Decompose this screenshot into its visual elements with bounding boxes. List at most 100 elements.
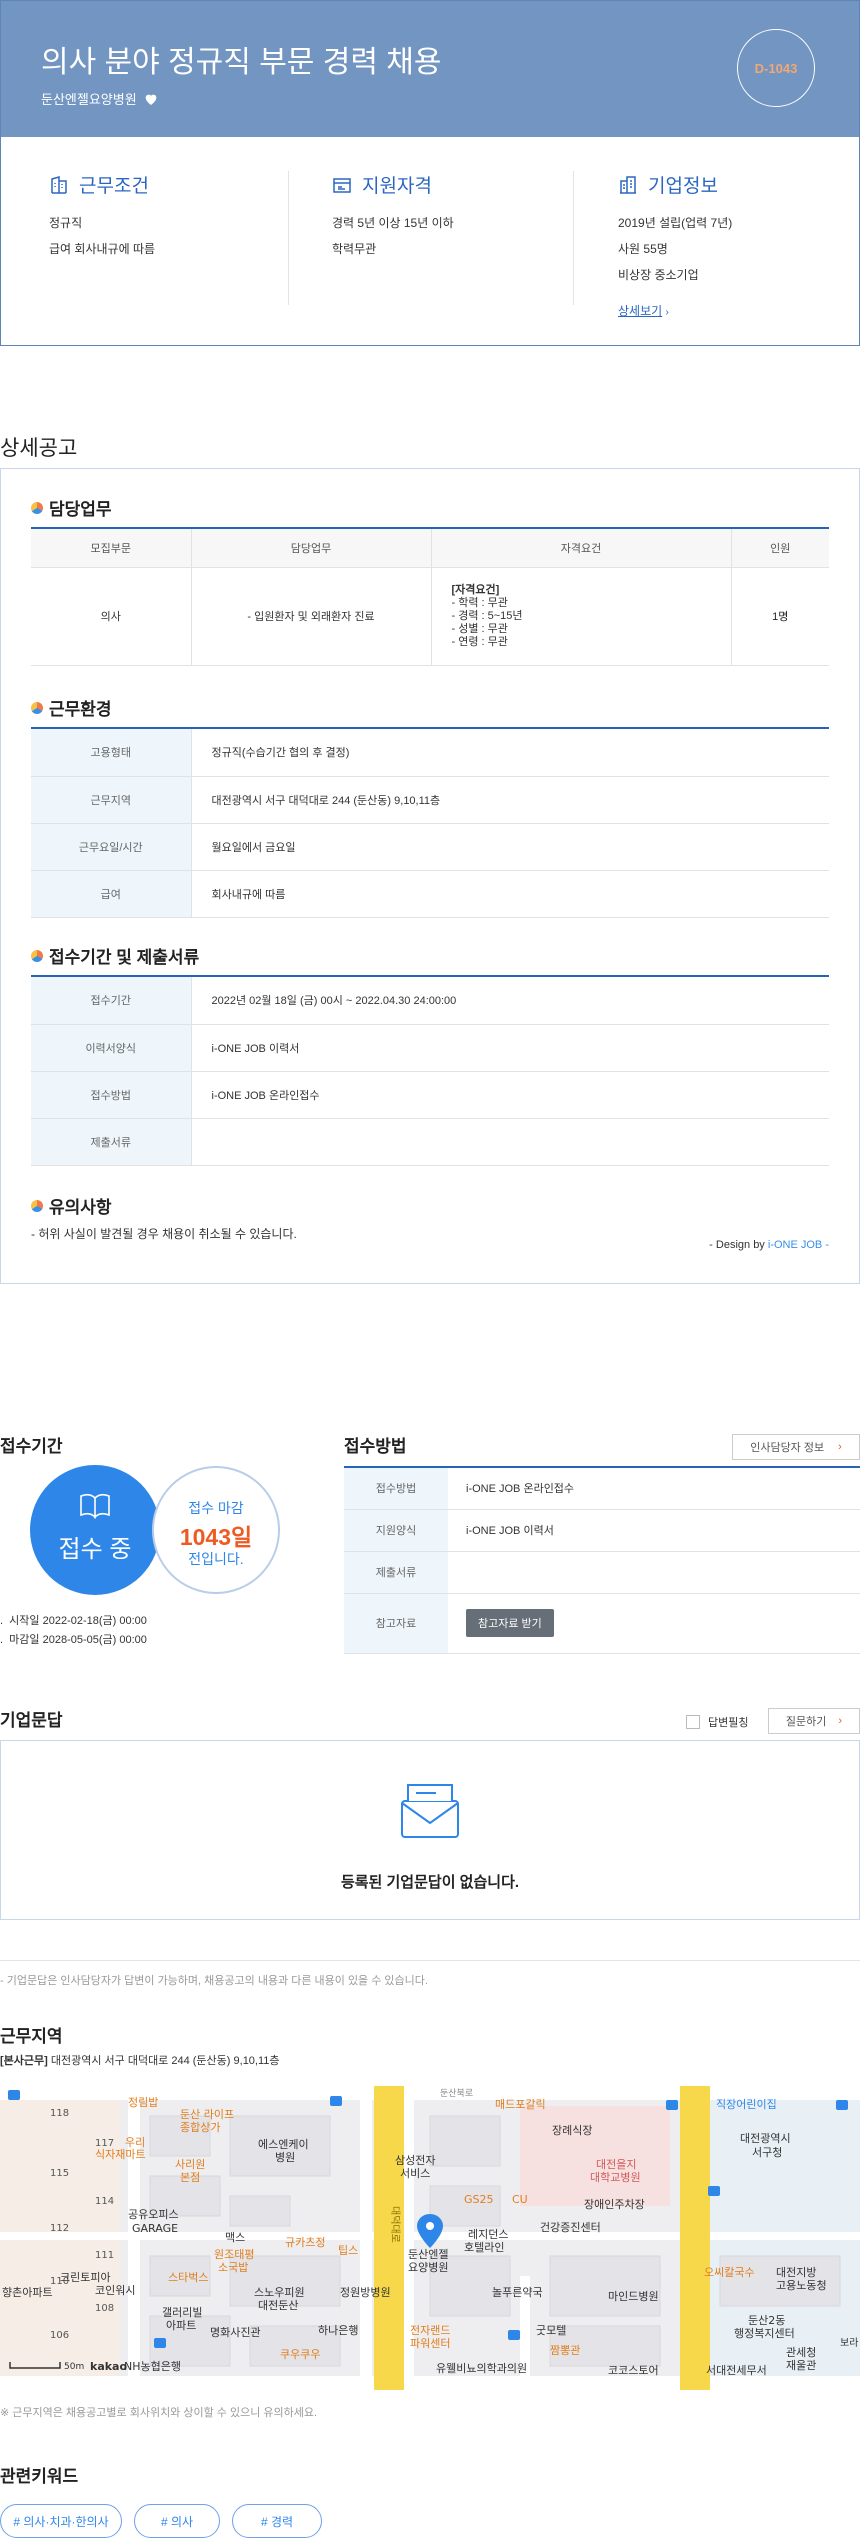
- map-label: 레지던스: [468, 2228, 508, 2241]
- deadline-days: 1043일: [179, 1524, 253, 1550]
- table-row: 고용형태 정규직(수습기간 협의 후 결정): [31, 729, 829, 777]
- map-label: 직장어린이집: [716, 2098, 777, 2111]
- caution-text: - 허위 사실이 발견될 경우 채용이 취소될 수 있습니다.: [31, 1227, 297, 1241]
- end-date: . 마감일 2028-05-05(금) 00:00: [0, 1634, 147, 1646]
- map-label: NH농협은행: [124, 2360, 181, 2373]
- map-label: 보라: [840, 2337, 858, 2349]
- map-label: 공유오피스: [128, 2208, 179, 2221]
- job-summary-card: 의사 분야 정규직 부문 경력 채용 둔산엔젤요양병원 D-1043 근무조건 …: [0, 0, 860, 346]
- qa-title: 기업문답: [0, 1711, 63, 1730]
- dday-badge: D-1043: [737, 29, 815, 107]
- company-detail-link[interactable]: 상세보기: [618, 304, 662, 318]
- map-label: GARAGE: [132, 2222, 178, 2235]
- map-number: 111: [95, 2250, 114, 2261]
- table-row: 근무지역 대전광역시 서구 대덕대로 244 (둔산동) 9,10,11층: [31, 776, 829, 824]
- keyword-tag[interactable]: # 의사: [134, 2504, 220, 2538]
- download-reference-button[interactable]: 참고자료 받기: [466, 1609, 554, 1637]
- map-label: 코인워시: [95, 2284, 135, 2297]
- column-divider: [288, 171, 289, 305]
- table-row: 지원양식 i-ONE JOB 이력서: [344, 1509, 860, 1552]
- environment-table: 고용형태 정규직(수습기간 협의 후 결정) 근무지역 대전광역시 서구 대덕대…: [31, 729, 829, 918]
- map-label: 식자재마트: [95, 2148, 146, 2161]
- design-brand-link[interactable]: i-ONE JOB -: [768, 1239, 829, 1251]
- table-row: 근무요일/시간 월요일에서 금요일: [31, 823, 829, 871]
- map-label: 명화사진관: [210, 2326, 261, 2339]
- map-canvas[interactable]: 118 117 115 114 112 111 110 108 106 정림밥 …: [0, 2086, 860, 2390]
- map-label: 마인드병원: [608, 2290, 659, 2303]
- qualification-heading: 지원자격: [332, 171, 454, 198]
- map-label: 크린토피아: [60, 2271, 111, 2284]
- map-label: 소국밥: [218, 2261, 248, 2274]
- svg-text:50m: 50m: [64, 2362, 84, 2372]
- building-door-icon: [51, 175, 67, 194]
- open-book-icon: [80, 1493, 110, 1519]
- method-title: 접수방법: [344, 1437, 407, 1456]
- map-number: 112: [50, 2223, 69, 2234]
- detail-section-title: 상세공고: [0, 437, 78, 460]
- map-label: 전자랜드: [410, 2324, 450, 2337]
- map-label: 짬뽕관: [550, 2344, 580, 2357]
- location-address: [본사근무] 대전광역시 서구 대덕대로 244 (둔산동) 9,10,11층: [0, 2055, 280, 2067]
- map-label: 에스엔케이: [258, 2138, 309, 2151]
- qa-empty-text: 등록된 기업문답이 없습니다.: [340, 1874, 520, 1891]
- map-label: 대전둔산: [258, 2299, 298, 2312]
- col-task: 담당업무: [191, 529, 432, 568]
- answered-checkbox[interactable]: [686, 1715, 700, 1729]
- table-row: 제출서류: [31, 1118, 829, 1166]
- bus-stop-icon: [8, 2090, 20, 2100]
- map-label: 하나은행: [318, 2323, 358, 2337]
- heart-icon[interactable]: [143, 91, 159, 107]
- duty-table: 모집부문 담당업무 자격요건 인원 의사 - 입원환자 및 외래환자 진료 [자…: [31, 529, 829, 666]
- divider: [0, 1960, 860, 1961]
- period-title: 접수기간: [0, 1437, 63, 1456]
- qual-line: - 성별 : 무관: [451, 622, 508, 635]
- hr-info-button[interactable]: 인사담당자 정보 ›: [732, 1434, 860, 1460]
- deadline-label: 접수 마감: [188, 1500, 244, 1516]
- location-map[interactable]: 118 117 115 114 112 111 110 108 106 정림밥 …: [0, 2086, 860, 2390]
- map-brand-logo: kakao: [90, 2360, 127, 2373]
- table-row: 참고자료 참고자료 받기: [344, 1593, 860, 1654]
- map-label: 서구청: [752, 2146, 782, 2159]
- company-name[interactable]: 둔산엔젤요양병원: [41, 89, 137, 108]
- map-number: 108: [95, 2303, 114, 2314]
- map-number: 118: [50, 2108, 69, 2119]
- table-row: 급여 회사내규에 따름: [31, 870, 829, 918]
- company-employees: 사원 55명: [618, 242, 668, 256]
- map-label: 건강증진센터: [540, 2221, 601, 2234]
- qual-line: - 경력 : 5~15년: [451, 609, 523, 622]
- start-date: . 시작일 2022-02-18(금) 00:00: [0, 1615, 147, 1627]
- map-label: 파워센터: [410, 2337, 450, 2350]
- ask-question-button[interactable]: 질문하기 ›: [768, 1708, 860, 1734]
- map-label: 코코스토어: [608, 2364, 659, 2377]
- map-label: 향촌아파트: [2, 2286, 53, 2299]
- qa-note: - 기업문답은 인사담당자가 답변이 가능하며, 채용공고의 내용과 다른 내용…: [0, 1975, 428, 1987]
- bus-stop-icon: [836, 2100, 848, 2110]
- table-header-row: 모집부문 담당업무 자격요건 인원: [31, 529, 829, 568]
- map-label: GS25: [464, 2193, 494, 2206]
- duty-qualification-cell: [자격요건] - 학력 : 무관 - 경력 : 5~15년 - 성별 : 무관 …: [431, 567, 732, 666]
- keyword-tag[interactable]: # 경력: [232, 2504, 322, 2538]
- id-card-icon: [333, 177, 351, 193]
- design-credit: - Design by i-ONE JOB -: [709, 1239, 829, 1251]
- map-label: 둔산 라이프: [180, 2108, 234, 2121]
- col-division: 모집부문: [31, 529, 192, 568]
- answered-filter[interactable]: 답변필칭: [686, 1714, 748, 1730]
- company-name-row: 둔산엔젤요양병원: [41, 89, 159, 108]
- map-label: 장애인주차장: [584, 2198, 645, 2211]
- qualification-education: 학력무관: [332, 242, 377, 256]
- deadline-circle: 접수 마감 1043일 전입니다.: [152, 1466, 280, 1594]
- map-label: 둔산북로: [440, 2088, 473, 2099]
- colored-ball-icon: [31, 701, 43, 714]
- office-building-icon: [620, 175, 636, 194]
- duty-count: 1명: [731, 567, 829, 666]
- map-label: 고용노동청: [776, 2279, 827, 2292]
- map-label: 쿠우쿠우: [280, 2348, 320, 2361]
- bus-stop-icon: [666, 2100, 678, 2110]
- keyword-tag[interactable]: # 의사·치과·한의사: [0, 2504, 122, 2538]
- map-number: 106: [50, 2330, 69, 2341]
- map-label: 호텔라인: [464, 2241, 504, 2254]
- col-qualification: 자격요건: [431, 529, 732, 568]
- duty-division: 의사: [31, 567, 192, 666]
- qualification-career: 경력 5년 이상 15년 이하: [332, 216, 454, 230]
- table-row: 제출서류: [344, 1551, 860, 1594]
